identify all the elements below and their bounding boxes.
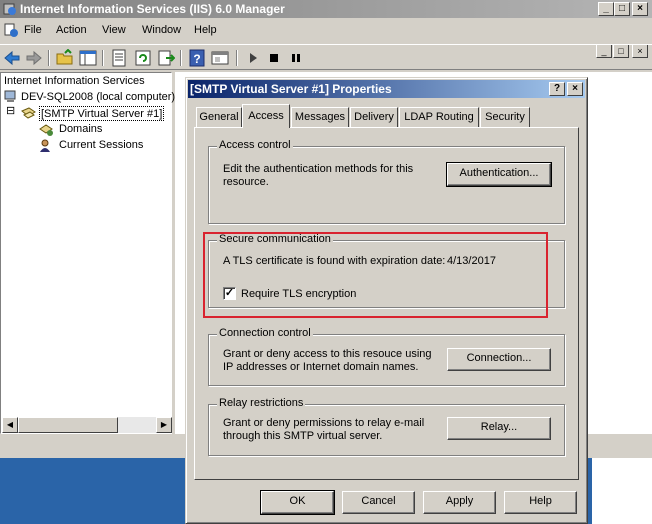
close-button[interactable]: × <box>632 2 648 16</box>
iis-app-icon <box>3 3 16 15</box>
connection-control-group: Connection control Grant or deny access … <box>208 327 565 386</box>
forward-arrow-icon[interactable] <box>25 49 43 67</box>
menu-view[interactable]: View <box>102 24 126 36</box>
connection-control-description: Grant or deny access to this resouce usi… <box>223 348 432 373</box>
desktop-background <box>592 458 652 524</box>
connection-button[interactable]: Connection... <box>447 348 551 371</box>
tree-computer-label[interactable]: DEV-SQL2008 (local computer) <box>21 90 175 105</box>
stop-icon[interactable] <box>265 49 283 67</box>
window-titlebar[interactable]: Internet Information Services (IIS) 6.0 … <box>0 0 652 18</box>
menu-file[interactable]: File <box>24 24 42 36</box>
svg-text:?: ? <box>193 52 200 66</box>
scroll-left-arrow-icon[interactable]: ◀ <box>2 417 18 433</box>
computer-icon <box>4 90 16 102</box>
tab-messages[interactable]: Messages <box>291 107 349 127</box>
dialog-title: [SMTP Virtual Server #1] Properties <box>190 82 392 96</box>
relay-restrictions-legend: Relay restrictions <box>217 397 306 409</box>
access-tab-panel: Access control Edit the authentication m… <box>194 127 579 480</box>
access-control-legend: Access control <box>217 139 293 151</box>
help-icon[interactable]: ? <box>188 49 206 67</box>
ok-button[interactable]: OK <box>260 490 335 515</box>
pause-icon[interactable] <box>287 49 305 67</box>
menu-help[interactable]: Help <box>194 24 217 36</box>
tab-security[interactable]: Security <box>480 107 530 127</box>
properties-dialog: [SMTP Virtual Server #1] Properties ? × … <box>185 77 588 524</box>
domains-icon <box>39 124 53 136</box>
tab-general[interactable]: General <box>196 107 242 127</box>
relay-button[interactable]: Relay... <box>447 417 551 440</box>
smtp-server-icon <box>21 107 36 119</box>
context-help-button[interactable]: ? <box>549 82 565 96</box>
highlight-annotation-box <box>203 232 548 318</box>
window-title: Internet Information Services (IIS) 6.0 … <box>20 2 285 16</box>
toolbar-separator <box>48 50 50 66</box>
tree-pane[interactable]: Internet Information Services DEV-SQL200… <box>0 72 175 434</box>
console-window-icon[interactable] <box>211 49 229 67</box>
relay-restrictions-group: Relay restrictions Grant or deny permiss… <box>208 397 565 456</box>
access-control-group: Access control Edit the authentication m… <box>208 139 565 224</box>
tree-domains-label[interactable]: Domains <box>59 122 102 137</box>
toolbar-separator <box>102 50 104 66</box>
toolbar-separator <box>180 50 182 66</box>
tab-ldap-routing[interactable]: LDAP Routing <box>399 107 479 127</box>
dialog-close-button[interactable]: × <box>567 82 583 96</box>
connection-control-legend: Connection control <box>217 327 313 339</box>
export-list-icon[interactable] <box>157 49 175 67</box>
cancel-button[interactable]: Cancel <box>342 491 415 514</box>
access-control-description: Edit the authentication methods for this… <box>223 163 414 188</box>
current-sessions-icon <box>40 139 50 152</box>
tab-delivery[interactable]: Delivery <box>350 107 398 127</box>
dialog-titlebar[interactable]: [SMTP Virtual Server #1] Properties ? × <box>188 80 585 98</box>
help-button[interactable]: Help <box>504 491 577 514</box>
toolbar-separator <box>236 50 238 66</box>
start-play-icon[interactable] <box>244 49 262 67</box>
tree-root-label[interactable]: Internet Information Services <box>4 74 145 89</box>
tab-access[interactable]: Access <box>242 104 290 128</box>
scroll-right-arrow-icon[interactable]: ▶ <box>156 417 172 433</box>
tree-sessions-label[interactable]: Current Sessions <box>59 138 143 153</box>
refresh-icon[interactable] <box>134 49 152 67</box>
apply-button[interactable]: Apply <box>423 491 496 514</box>
properties-icon[interactable] <box>110 49 128 67</box>
scrollbar-thumb[interactable] <box>18 417 118 433</box>
minimize-button[interactable]: _ <box>598 2 614 16</box>
tree-smtp-server-label[interactable]: [SMTP Virtual Server #1] <box>39 106 165 121</box>
toolbar: ? <box>0 44 652 70</box>
menu-action[interactable]: Action <box>56 24 87 36</box>
up-folder-icon[interactable] <box>56 49 74 67</box>
authentication-button[interactable]: Authentication... <box>446 162 552 187</box>
back-arrow-icon[interactable] <box>3 49 21 67</box>
tree-collapse-toggle[interactable]: ⊟ <box>6 106 17 117</box>
menu-window[interactable]: Window <box>142 24 181 36</box>
maximize-button[interactable]: □ <box>614 2 630 16</box>
show-hide-tree-icon[interactable] <box>79 49 97 67</box>
tree-horizontal-scrollbar[interactable]: ◀ ▶ <box>2 417 172 433</box>
menu-bar: File Action View Window Help _ □ × <box>0 20 652 58</box>
relay-restrictions-description: Grant or deny permissions to relay e-mai… <box>223 417 425 442</box>
mmc-document-icon[interactable] <box>3 22 19 38</box>
